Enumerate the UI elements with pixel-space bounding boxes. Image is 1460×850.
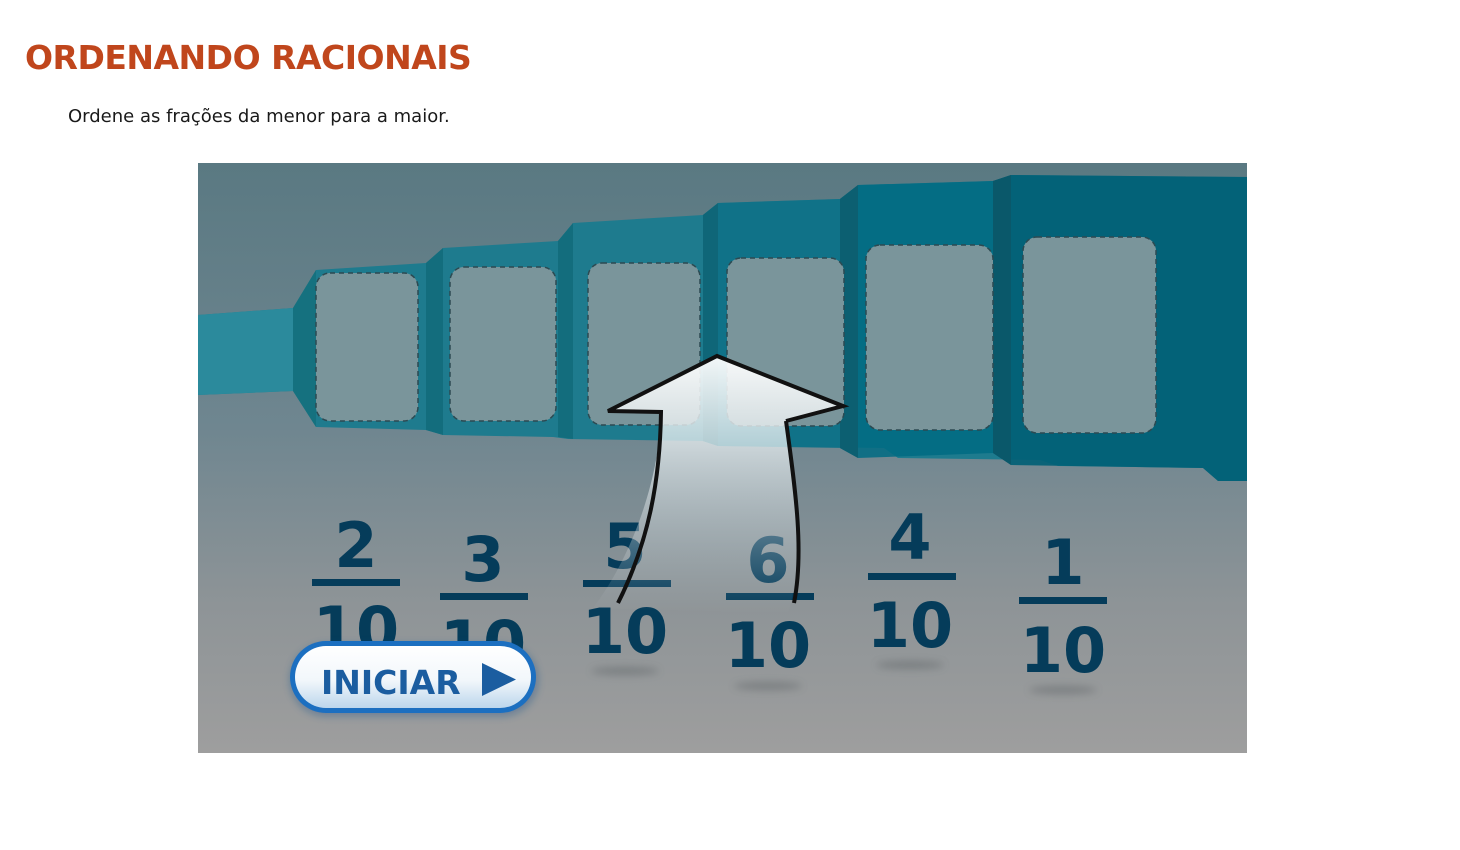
start-button-label: INICIAR [321, 663, 461, 702]
drop-slot-2[interactable] [449, 266, 557, 422]
game-stage[interactable]: 2 10 3 10 5 10 6 10 4 10 1 10 [198, 163, 1247, 753]
instruction-text: Ordene as frações da menor para a maior. [68, 106, 450, 127]
fraction-denominator: 10 [867, 589, 953, 662]
drop-slot-1[interactable] [315, 272, 419, 422]
start-button[interactable]: INICIAR [290, 641, 538, 716]
fraction-bar [1019, 597, 1107, 604]
drop-slot-5[interactable] [865, 244, 994, 431]
fraction-denominator: 10 [1020, 614, 1106, 687]
fraction-bar [868, 573, 956, 580]
fraction-bar [440, 593, 528, 600]
game-canvas: 2 10 3 10 5 10 6 10 4 10 1 10 [198, 163, 1247, 753]
drop-slot-6[interactable] [1022, 236, 1157, 434]
fraction-bar [312, 579, 400, 586]
fraction-numerator: 3 [461, 523, 504, 596]
fraction-numerator: 1 [1041, 526, 1084, 599]
fraction-numerator: 2 [334, 509, 377, 582]
fraction-denominator: 10 [725, 609, 811, 682]
fraction-numerator: 4 [888, 501, 931, 574]
page-title: ORDENANDO RACIONAIS [25, 38, 472, 77]
